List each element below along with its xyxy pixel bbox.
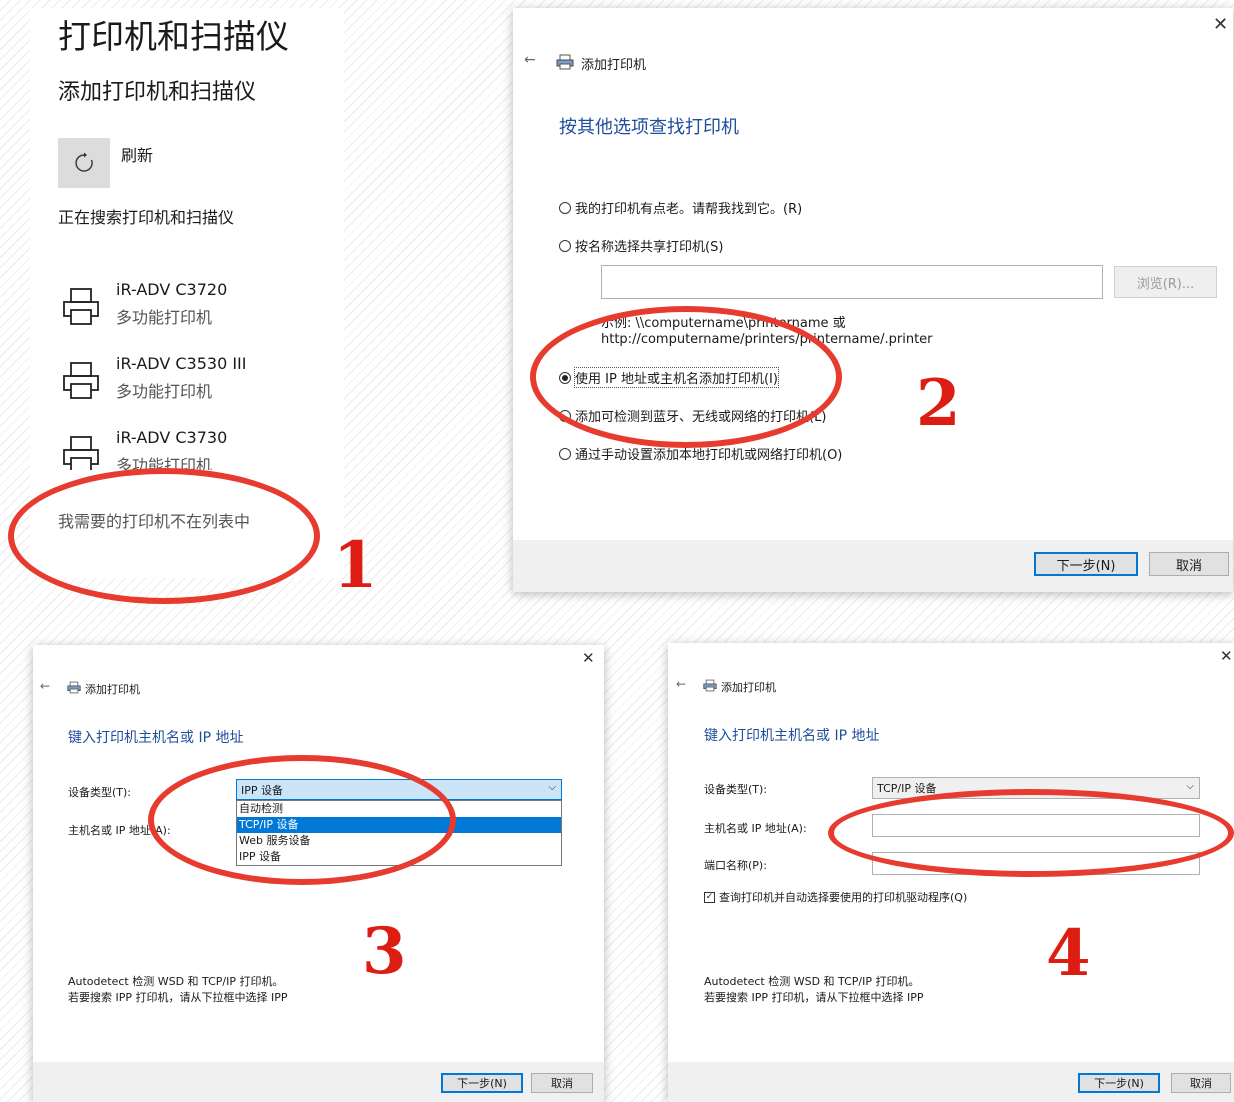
device-type-select[interactable]: IPP 设备 ⌵ bbox=[236, 779, 562, 800]
step-number-3: 3 bbox=[362, 914, 407, 989]
back-arrow-icon[interactable]: ← bbox=[40, 679, 50, 693]
printer-list-item[interactable]: iR-ADV C3720 多功能打印机 bbox=[58, 280, 338, 336]
printer-icon bbox=[63, 362, 99, 399]
printer-icon bbox=[67, 681, 81, 694]
option-ip-address[interactable]: 使用 IP 地址或主机名添加打印机(I) bbox=[559, 367, 779, 388]
printer-list-item[interactable]: iR-ADV C3530 III 多功能打印机 bbox=[58, 354, 338, 410]
radio-button[interactable] bbox=[559, 409, 571, 422]
chevron-down-icon: ⌵ bbox=[548, 782, 556, 793]
help-text-1: Autodetect 检测 WSD 和 TCP/IP 打印机。 bbox=[704, 975, 920, 988]
step-number-1: 1 bbox=[333, 528, 378, 603]
back-arrow-icon[interactable]: ← bbox=[676, 677, 686, 691]
step-number-4: 4 bbox=[1046, 916, 1091, 991]
dialog-title: 按其他选项查找打印机 bbox=[559, 117, 739, 138]
port-name-input[interactable] bbox=[872, 852, 1200, 875]
printer-icon bbox=[703, 679, 717, 692]
option-bluetooth-wireless[interactable]: 添加可检测到蓝牙、无线或网络的打印机(L) bbox=[559, 406, 826, 425]
add-printer-dialog-tcpip: ✕ ← 添加打印机 键入打印机主机名或 IP 地址 设备类型(T): TCP/I… bbox=[668, 643, 1234, 1102]
refresh-button[interactable] bbox=[58, 138, 110, 188]
page-title: 打印机和扫描仪 bbox=[58, 17, 289, 56]
close-icon[interactable]: ✕ bbox=[1213, 14, 1228, 35]
option-label: 按名称选择共享打印机(S) bbox=[575, 240, 724, 255]
printer-type: 多功能打印机 bbox=[116, 382, 213, 401]
dialog-header: 添加打印机 bbox=[581, 58, 647, 73]
dialog-header: 添加打印机 bbox=[85, 683, 140, 696]
query-printer-label: 查询打印机并自动选择要使用的打印机驱动程序(Q) bbox=[719, 891, 968, 904]
host-address-input[interactable] bbox=[872, 814, 1200, 837]
cancel-button[interactable]: 取消 bbox=[1149, 552, 1229, 576]
close-icon[interactable]: ✕ bbox=[1220, 647, 1233, 665]
add-printer-heading[interactable]: 添加打印机和扫描仪 bbox=[58, 74, 256, 106]
option-manual-local[interactable]: 通过手动设置添加本地打印机或网络打印机(O) bbox=[559, 444, 842, 463]
dialog-header: 添加打印机 bbox=[721, 681, 776, 694]
example-text-1: 示例: \\computername\printername 或 bbox=[601, 316, 846, 331]
example-text-2: http://computername/printers/printername… bbox=[601, 332, 933, 347]
help-text-2: 若要搜索 IPP 打印机，请从下拉框中选择 IPP bbox=[704, 991, 924, 1004]
device-type-dropdown-list[interactable]: 自动检测 TCP/IP 设备 Web 服务设备 IPP 设备 bbox=[236, 800, 562, 866]
radio-button[interactable] bbox=[559, 201, 571, 214]
settings-panel: 打印机和扫描仪 添加打印机和扫描仪 刷新 正在搜索打印机和扫描仪 iR-ADV … bbox=[30, 8, 344, 578]
searching-status: 正在搜索打印机和扫描仪 bbox=[58, 208, 235, 227]
chevron-down-icon: ⌵ bbox=[1186, 781, 1194, 792]
checkbox-checked-icon[interactable]: ✓ bbox=[704, 891, 715, 903]
printer-not-listed-link[interactable]: 我需要的打印机不在列表中 bbox=[58, 508, 250, 532]
dropdown-option[interactable]: Web 服务设备 bbox=[237, 833, 561, 849]
back-arrow-icon[interactable]: ← bbox=[524, 52, 536, 68]
option-shared-by-name[interactable]: 按名称选择共享打印机(S) bbox=[559, 236, 723, 255]
dialog-footer: 下一步(N) 取消 bbox=[513, 540, 1233, 592]
add-printer-dialog-device-type: ✕ ← 添加打印机 键入打印机主机名或 IP 地址 设备类型(T): IPP 设… bbox=[33, 645, 604, 1102]
printer-icon bbox=[63, 436, 99, 470]
help-text-1: Autodetect 检测 WSD 和 TCP/IP 打印机。 bbox=[68, 975, 284, 988]
radio-button[interactable] bbox=[559, 239, 571, 252]
option-label: 使用 IP 地址或主机名添加打印机(I) bbox=[574, 367, 779, 388]
add-printer-dialog-options: ✕ ← 添加打印机 按其他选项查找打印机 我的打印机有点老。请帮我找到它。(R)… bbox=[513, 8, 1233, 592]
device-type-select[interactable]: TCP/IP 设备 ⌵ bbox=[872, 777, 1200, 799]
browse-button[interactable]: 浏览(R)... bbox=[1114, 266, 1217, 298]
host-address-label: 主机名或 IP 地址(A): bbox=[704, 822, 807, 835]
radio-button-selected[interactable] bbox=[559, 371, 571, 384]
refresh-icon bbox=[75, 152, 93, 172]
dialog-footer: 下一步(N) 取消 bbox=[668, 1062, 1234, 1102]
printer-name: iR-ADV C3530 III bbox=[116, 354, 247, 373]
printer-list-item[interactable]: iR-ADV C3730 多功能打印机 bbox=[58, 428, 338, 470]
radio-button[interactable] bbox=[559, 447, 571, 460]
help-text-2: 若要搜索 IPP 打印机，请从下拉框中选择 IPP bbox=[68, 991, 288, 1004]
select-value: TCP/IP 设备 bbox=[877, 782, 937, 795]
next-button[interactable]: 下一步(N) bbox=[441, 1073, 523, 1093]
printer-icon bbox=[63, 288, 99, 325]
dropdown-option[interactable]: 自动检测 bbox=[237, 801, 561, 817]
shared-printer-name-input[interactable] bbox=[601, 265, 1103, 299]
option-label: 添加可检测到蓝牙、无线或网络的打印机(L) bbox=[575, 410, 827, 425]
dialog-title: 键入打印机主机名或 IP 地址 bbox=[704, 728, 880, 744]
dialog-footer: 下一步(N) 取消 bbox=[33, 1062, 604, 1102]
select-value: IPP 设备 bbox=[241, 783, 284, 797]
printer-type: 多功能打印机 bbox=[116, 308, 213, 327]
device-type-label: 设备类型(T): bbox=[704, 783, 768, 796]
printer-name: iR-ADV C3720 bbox=[116, 280, 228, 299]
printer-icon bbox=[556, 54, 574, 70]
refresh-label[interactable]: 刷新 bbox=[121, 142, 153, 166]
cancel-button[interactable]: 取消 bbox=[531, 1073, 593, 1093]
host-address-label: 主机名或 IP 地址(A): bbox=[68, 824, 171, 837]
dropdown-option[interactable]: IPP 设备 bbox=[237, 849, 561, 865]
dialog-title: 键入打印机主机名或 IP 地址 bbox=[68, 730, 244, 746]
printer-name: iR-ADV C3730 bbox=[116, 428, 228, 447]
cancel-button[interactable]: 取消 bbox=[1171, 1073, 1231, 1093]
printer-type: 多功能打印机 bbox=[116, 456, 213, 470]
option-older-printer[interactable]: 我的打印机有点老。请帮我找到它。(R) bbox=[559, 198, 802, 217]
next-button[interactable]: 下一步(N) bbox=[1078, 1073, 1160, 1093]
option-label: 通过手动设置添加本地打印机或网络打印机(O) bbox=[575, 448, 843, 463]
query-printer-checkbox-row[interactable]: ✓ 查询打印机并自动选择要使用的打印机驱动程序(Q) bbox=[704, 889, 967, 905]
option-label: 我的打印机有点老。请帮我找到它。(R) bbox=[575, 202, 803, 217]
step-number-2: 2 bbox=[916, 366, 961, 441]
dropdown-option-highlighted[interactable]: TCP/IP 设备 bbox=[237, 817, 561, 833]
close-icon[interactable]: ✕ bbox=[582, 649, 595, 667]
port-name-label: 端口名称(P): bbox=[704, 859, 767, 872]
device-type-label: 设备类型(T): bbox=[68, 786, 132, 799]
next-button[interactable]: 下一步(N) bbox=[1034, 552, 1138, 576]
